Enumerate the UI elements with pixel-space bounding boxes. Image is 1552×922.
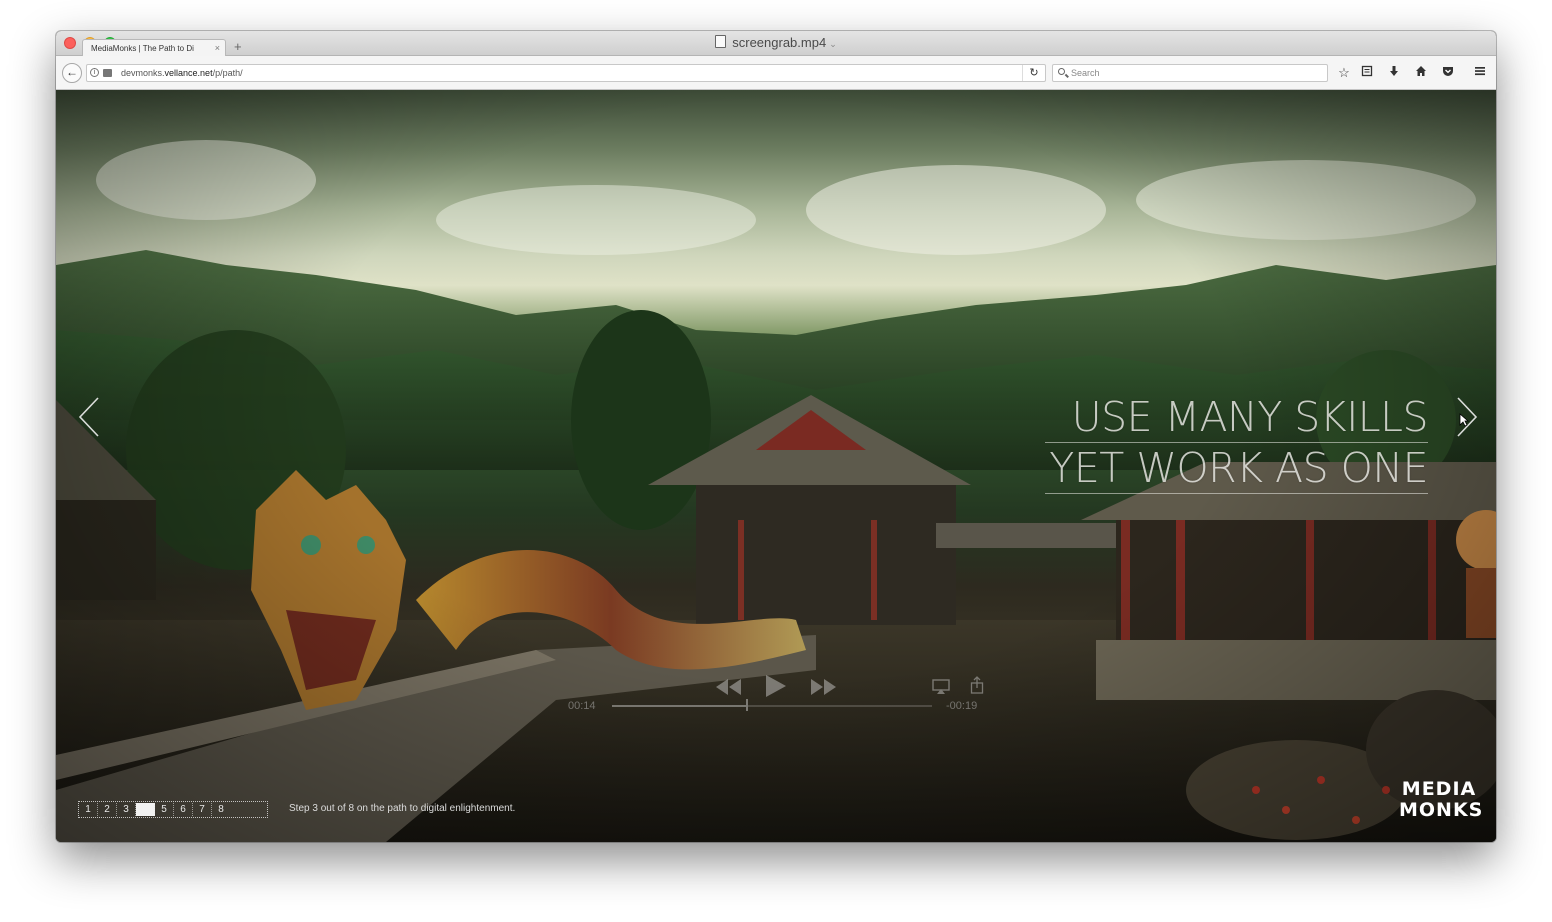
browser-toolbar: ← i devmonks.vellance.net/p/path/ ↻ ☆ [56, 56, 1496, 90]
step-caption: Step 3 out of 8 on the path to digital e… [289, 803, 516, 814]
logo-line-2: MONKS [1399, 799, 1484, 821]
play-icon[interactable] [766, 675, 786, 697]
step-3-button[interactable]: 3 [117, 803, 136, 816]
step-1-button[interactable]: 1 [79, 803, 98, 816]
chevron-down-icon[interactable]: ⌄ [829, 39, 837, 49]
bookmark-star-icon[interactable]: ☆ [1335, 64, 1353, 82]
mediamonks-logo[interactable]: MEDIA MONKS [1399, 778, 1484, 821]
step-7-button[interactable]: 7 [193, 803, 212, 816]
hero-video-stage[interactable]: USE MANY SKILLS YET WORK AS ONE 00:14 -0… [56, 90, 1496, 842]
download-icon[interactable] [1385, 64, 1403, 82]
scrubber-handle[interactable] [746, 699, 749, 711]
page-icon [103, 69, 112, 77]
hamburger-menu-icon[interactable] [1471, 64, 1489, 82]
headline-line-2: YET WORK AS ONE [1045, 443, 1428, 494]
search-icon [1058, 68, 1065, 75]
fast-forward-icon[interactable] [811, 679, 837, 695]
url-host-main: vellance.net [164, 68, 213, 78]
url-path: /p/path/ [212, 68, 243, 78]
share-icon[interactable] [970, 676, 984, 694]
home-icon[interactable] [1412, 64, 1430, 82]
window-title: screengrab.mp4 ⌄ [56, 35, 1496, 50]
url-text[interactable]: devmonks.vellance.net/p/path/ [121, 65, 243, 81]
step-6-button[interactable]: 6 [174, 803, 193, 816]
headline-line-1: USE MANY SKILLS [1045, 392, 1428, 443]
previous-slide-button[interactable] [76, 395, 106, 439]
step-5-button[interactable]: 5 [155, 803, 174, 816]
reading-list-icon[interactable] [1358, 64, 1376, 82]
step-navigation: 12345678 [78, 801, 268, 818]
address-bar[interactable]: i devmonks.vellance.net/p/path/ ↻ [86, 64, 1046, 82]
pocket-icon[interactable] [1439, 64, 1457, 82]
window-title-text: screengrab.mp4 [732, 35, 827, 50]
back-button[interactable]: ← [62, 63, 82, 83]
title-bar: MediaMonks | The Path to Di × + screengr… [56, 31, 1496, 56]
mouse-cursor-icon [1459, 413, 1469, 427]
url-host-prefix: devmonks. [121, 68, 165, 78]
rewind-icon[interactable] [716, 679, 742, 695]
hero-headline: USE MANY SKILLS YET WORK AS ONE [1045, 392, 1428, 494]
step-4-button[interactable]: 4 [136, 803, 155, 816]
chevron-left-icon [78, 397, 99, 437]
step-8-button[interactable]: 8 [212, 803, 230, 816]
info-icon[interactable]: i [90, 68, 99, 77]
file-icon [715, 35, 727, 48]
back-arrow-icon: ← [66, 65, 78, 79]
logo-line-1: MEDIA [1401, 778, 1477, 800]
browser-window: MediaMonks | The Path to Di × + screengr… [56, 31, 1496, 842]
remaining-time: -00:19 [946, 700, 978, 712]
reload-icon[interactable]: ↻ [1022, 65, 1045, 81]
search-input[interactable] [1071, 66, 1311, 80]
video-controls[interactable]: 00:14 -00:19 [556, 665, 996, 715]
airplay-icon[interactable] [932, 679, 950, 695]
scrubber-fill [612, 705, 747, 707]
search-box[interactable] [1052, 64, 1328, 82]
step-2-button[interactable]: 2 [98, 803, 117, 816]
elapsed-time: 00:14 [568, 700, 596, 712]
